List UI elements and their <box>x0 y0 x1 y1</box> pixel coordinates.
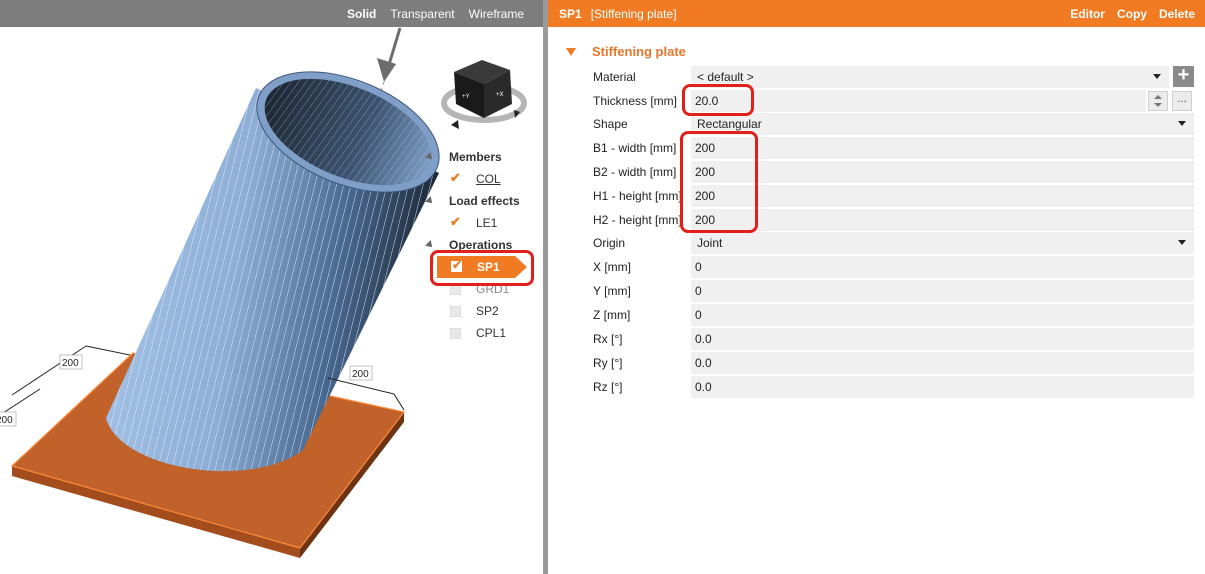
dimension-label: 200 <box>62 358 79 369</box>
property-label: Shape <box>593 117 628 131</box>
property-label: Material <box>593 70 636 84</box>
property-label: H2 - height [mm] <box>593 213 682 227</box>
view-mode-wireframe[interactable]: Wireframe <box>462 7 531 21</box>
y-input[interactable]: 0 <box>691 280 1194 302</box>
svg-text:+X: +X <box>496 92 504 98</box>
tree-item-grd1[interactable]: GRD1 <box>426 278 530 300</box>
checkbox-checked[interactable] <box>451 258 462 272</box>
x-input[interactable]: 0 <box>691 256 1194 278</box>
view-mode-transparent[interactable]: Transparent <box>383 7 461 21</box>
tree-item-sp1-selected[interactable]: SP1 <box>437 256 527 278</box>
property-label: B1 - width [mm] <box>593 141 677 155</box>
property-label: X [mm] <box>593 260 631 274</box>
property-label: Z [mm] <box>593 308 631 322</box>
property-label: H1 - height [mm] <box>593 189 682 203</box>
dimension-label: 200 <box>0 415 13 426</box>
section-header[interactable]: Stiffening plate <box>566 44 686 59</box>
panel-actions: Editor Copy Delete <box>1064 7 1201 21</box>
property-row-origin: Origin Joint <box>590 232 1194 254</box>
b2-input[interactable]: 200 <box>691 161 1194 183</box>
app-window: Solid Transparent Wireframe 200 200 00 +… <box>0 0 1205 574</box>
column-tube-model[interactable] <box>106 48 456 472</box>
thickness-input[interactable]: 20.0 <box>691 90 1146 112</box>
view-mode-solid[interactable]: Solid <box>340 7 383 21</box>
section-title: Stiffening plate <box>592 44 686 59</box>
editor-button[interactable]: Editor <box>1064 7 1111 21</box>
property-row-z: Z [mm] 0 <box>590 304 1194 326</box>
tree-header-members: Members <box>449 150 502 164</box>
property-row-thickness: Thickness [mm] 20.0 ... <box>590 90 1194 112</box>
copy-button[interactable]: Copy <box>1111 7 1153 21</box>
property-label: Origin <box>593 236 626 250</box>
h2-input[interactable]: 200 <box>691 209 1194 231</box>
tree-item-cpl1[interactable]: CPL1 <box>426 322 530 344</box>
checkbox-unchecked[interactable] <box>450 283 461 295</box>
checkbox-checked[interactable] <box>450 170 461 186</box>
property-row-y: Y [mm] 0 <box>590 280 1194 302</box>
panel-header: SP1 [Stiffening plate] Editor Copy Delet… <box>548 0 1205 27</box>
operation-id: SP1 <box>559 6 582 21</box>
property-label: Rz [°] <box>593 380 623 394</box>
checkbox-checked[interactable] <box>450 214 461 230</box>
view-cube-icon[interactable]: +Y +X <box>441 60 527 129</box>
tree-item-label: SP2 <box>476 304 499 318</box>
tree-item-sp2[interactable]: SP2 <box>426 300 530 322</box>
z-input[interactable]: 0 <box>691 304 1194 326</box>
property-row-rx: Rx [°] 0.0 <box>590 328 1194 350</box>
tree-item-label: LE1 <box>476 216 498 230</box>
thickness-more-button[interactable]: ... <box>1172 91 1192 111</box>
checkbox-unchecked[interactable] <box>450 327 461 339</box>
rz-input[interactable]: 0.0 <box>691 376 1194 398</box>
property-row-h1: H1 - height [mm] 200 <box>590 185 1194 207</box>
property-label: Thickness [mm] <box>593 94 678 108</box>
3d-viewport[interactable]: Solid Transparent Wireframe 200 200 00 +… <box>0 0 543 574</box>
property-label: B2 - width [mm] <box>593 165 677 179</box>
tree-item-label: COL <box>476 172 501 186</box>
tree-item-le1[interactable]: LE1 <box>426 212 530 234</box>
property-row-h2: H2 - height [mm] 200 <box>590 209 1194 231</box>
properties-panel: SP1 [Stiffening plate] Editor Copy Delet… <box>548 0 1205 574</box>
property-row-x: X [mm] 0 <box>590 256 1194 278</box>
origin-select[interactable]: Joint <box>691 232 1194 254</box>
tree-header-operations: Operations <box>449 238 513 252</box>
tree-item-col[interactable]: COL <box>426 168 530 190</box>
shape-select[interactable]: Rectangular <box>691 113 1194 135</box>
property-row-b1: B1 - width [mm] 200 <box>590 137 1194 159</box>
add-material-button[interactable]: + <box>1173 65 1194 87</box>
property-row-ry: Ry [°] 0.0 <box>590 352 1194 374</box>
property-row-rz: Rz [°] 0.0 <box>590 376 1194 398</box>
thickness-stepper[interactable] <box>1148 91 1168 111</box>
operation-name: [Stiffening plate] <box>590 6 677 21</box>
property-row-material: Material < default > + <box>590 65 1194 88</box>
tree-item-label: GRD1 <box>476 282 510 296</box>
material-select[interactable]: < default > <box>691 66 1169 88</box>
property-label: Ry [°] <box>593 356 623 370</box>
property-row-shape: Shape Rectangular <box>590 113 1194 135</box>
property-row-b2: B2 - width [mm] 200 <box>590 161 1194 183</box>
property-label: Y [mm] <box>593 284 631 298</box>
svg-text:+Y: +Y <box>462 94 470 100</box>
tree-item-label: SP1 <box>477 260 500 274</box>
h1-input[interactable]: 200 <box>691 185 1194 207</box>
collapse-triangle-icon[interactable] <box>566 47 576 56</box>
tree-header-load-effects: Load effects <box>449 194 520 208</box>
property-label: Rx [°] <box>593 332 623 346</box>
delete-button[interactable]: Delete <box>1153 7 1201 21</box>
b1-input[interactable]: 200 <box>691 137 1194 159</box>
ry-input[interactable]: 0.0 <box>691 352 1194 374</box>
view-mode-toolbar: Solid Transparent Wireframe <box>0 0 543 27</box>
checkbox-unchecked[interactable] <box>450 305 461 317</box>
tree-item-label: CPL1 <box>476 326 507 340</box>
rx-input[interactable]: 0.0 <box>691 328 1194 350</box>
dimension-label: 200 <box>352 369 369 380</box>
